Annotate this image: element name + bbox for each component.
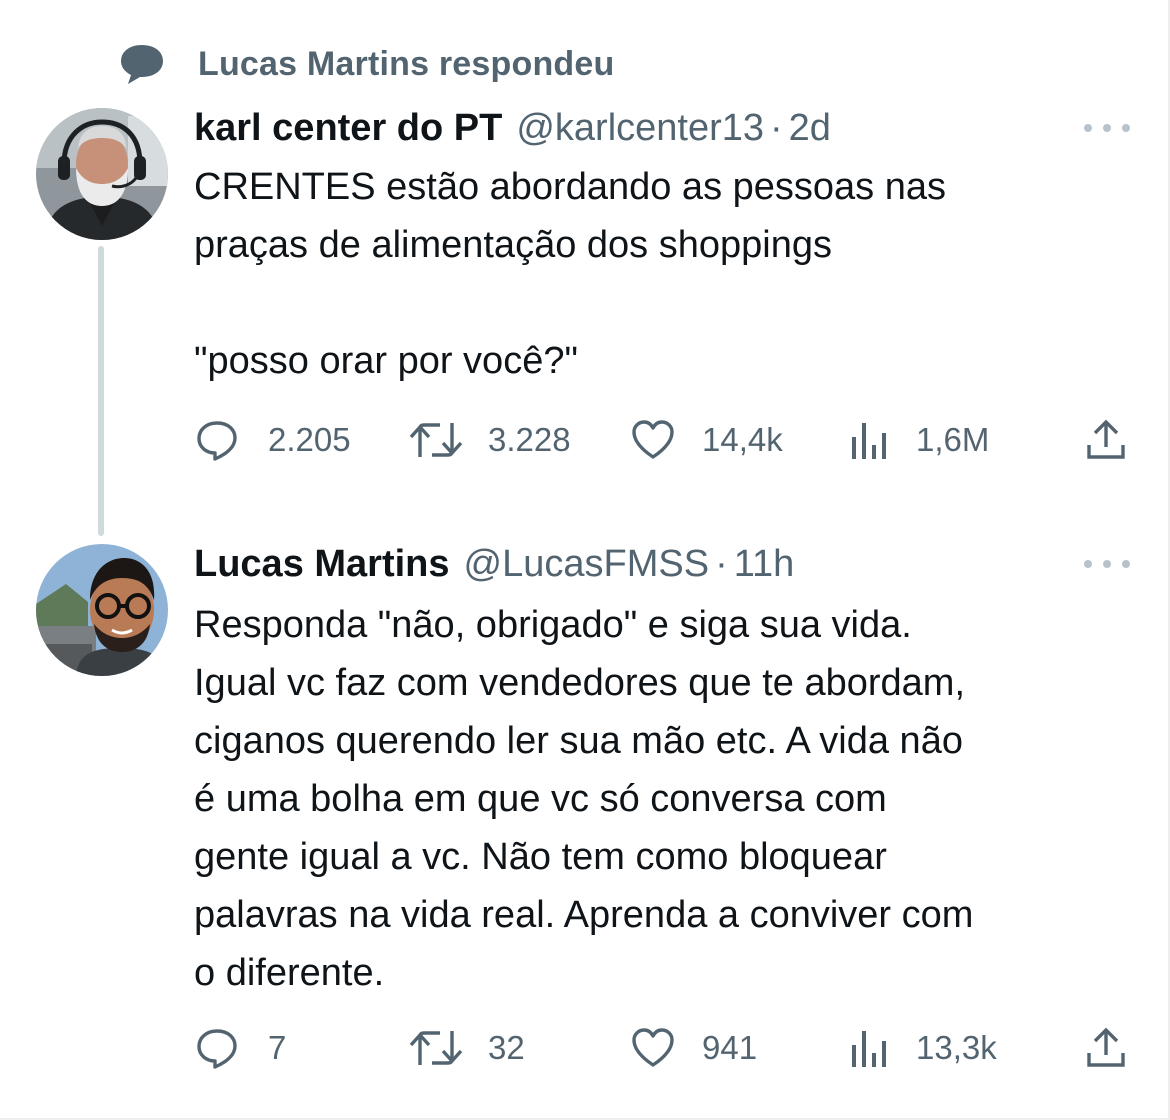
tweet-action-bar: 7 32 941 13,3k [194, 1020, 1134, 1076]
like-count: 14,4k [702, 421, 783, 458]
retweet-icon [408, 1025, 464, 1071]
retweet-count: 32 [488, 1029, 525, 1066]
reply-button[interactable]: 2.205 [194, 412, 351, 468]
views-button[interactable]: 13,3k [848, 1020, 997, 1076]
tweet-header: Lucas Martins @LucasFMSS · 11h [194, 540, 794, 588]
author-handle[interactable]: @LucasFMSS [464, 540, 710, 588]
share-icon [1084, 1025, 1128, 1071]
thread-connector-line [98, 246, 104, 536]
reply-count: 7 [268, 1029, 287, 1066]
avatar-karl-center[interactable] [36, 108, 168, 240]
view-count: 1,6M [916, 421, 990, 458]
tweet-timestamp[interactable]: 11h [734, 540, 795, 588]
heart-icon [630, 1025, 676, 1071]
tweet-text: CRENTES estão abordando as pessoas nas p… [194, 166, 946, 382]
reply-button[interactable]: 7 [194, 1020, 286, 1076]
reply-count: 2.205 [268, 421, 351, 458]
separator-dot: · [715, 543, 728, 585]
views-button[interactable]: 1,6M [848, 412, 989, 468]
avatar-lucas-martins[interactable] [36, 544, 168, 676]
more-options-icon[interactable] [1084, 554, 1130, 574]
speech-bubble-icon [118, 42, 166, 86]
tweet-text: Responda "não, obrigado" e siga sua vida… [194, 604, 974, 994]
more-options-icon[interactable] [1084, 118, 1130, 138]
share-button[interactable] [1084, 412, 1128, 468]
author-name[interactable]: karl center do PT [194, 104, 502, 152]
heart-icon [630, 417, 676, 463]
view-count: 13,3k [916, 1029, 997, 1066]
author-name[interactable]: Lucas Martins [194, 540, 450, 588]
social-context: Lucas Martins respondeu [118, 40, 614, 88]
like-button[interactable]: 941 [630, 1020, 757, 1076]
share-button[interactable] [1084, 1020, 1128, 1076]
share-icon [1084, 417, 1128, 463]
bar-chart-icon [848, 1025, 890, 1071]
separator-dot: · [770, 107, 783, 149]
social-context-text: Lucas Martins respondeu [198, 44, 615, 83]
like-count: 941 [702, 1029, 758, 1066]
tweet-timestamp[interactable]: 2d [789, 104, 831, 152]
tweet-header: karl center do PT @karlcenter13 · 2d [194, 104, 831, 152]
retweet-icon [408, 417, 464, 463]
author-handle[interactable]: @karlcenter13 [516, 104, 764, 152]
retweet-button[interactable]: 32 [408, 1020, 525, 1076]
bar-chart-icon [848, 417, 890, 463]
reply-icon [194, 1025, 240, 1071]
retweet-button[interactable]: 3.228 [408, 412, 571, 468]
retweet-count: 3.228 [488, 421, 571, 458]
like-button[interactable]: 14,4k [630, 412, 783, 468]
reply-icon [194, 417, 240, 463]
tweet-action-bar: 2.205 3.228 14,4k 1,6M [194, 412, 1134, 468]
